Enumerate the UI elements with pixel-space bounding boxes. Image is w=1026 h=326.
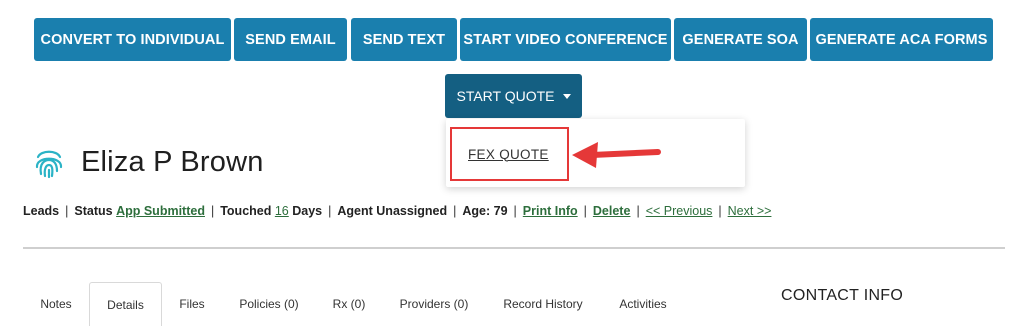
caret-down-icon bbox=[562, 93, 571, 99]
start-quote-button[interactable]: START QUOTE bbox=[445, 74, 582, 118]
status-label: Status bbox=[74, 204, 113, 218]
age-label: Age: 79 bbox=[462, 204, 508, 218]
convert-to-individual-button[interactable]: CONVERT TO INDIVIDUAL bbox=[34, 18, 231, 61]
leads-label: Leads bbox=[23, 204, 60, 218]
send-email-button[interactable]: SEND EMAIL bbox=[234, 18, 347, 61]
red-arrow-icon bbox=[572, 142, 661, 168]
fex-quote-menu-item[interactable]: FEX QUOTE bbox=[468, 147, 549, 162]
tab-policies[interactable]: Policies (0) bbox=[228, 282, 310, 326]
previous-link[interactable]: << Previous bbox=[646, 204, 713, 218]
touched-unit: Days bbox=[292, 204, 323, 218]
divider bbox=[23, 247, 1005, 249]
tab-providers[interactable]: Providers (0) bbox=[390, 282, 478, 326]
lead-header: Eliza P Brown bbox=[35, 146, 264, 179]
start-video-conference-button[interactable]: START VIDEO CONFERENCE bbox=[460, 18, 671, 61]
touched-days-link[interactable]: 16 bbox=[275, 204, 289, 218]
fex-quote-highlight-box: FEX QUOTE bbox=[450, 127, 569, 181]
delete-link[interactable]: Delete bbox=[593, 204, 631, 218]
fingerprint-icon bbox=[35, 150, 63, 178]
tab-rx[interactable]: Rx (0) bbox=[320, 282, 378, 326]
start-quote-label: START QUOTE bbox=[456, 88, 555, 104]
agent-label: Agent Unassigned bbox=[337, 204, 448, 218]
tab-activities[interactable]: Activities bbox=[607, 282, 679, 326]
next-link[interactable]: Next >> bbox=[728, 204, 772, 218]
print-info-link[interactable]: Print Info bbox=[523, 204, 578, 218]
contact-info-heading: CONTACT INFO bbox=[781, 287, 904, 304]
tab-files[interactable]: Files bbox=[162, 282, 222, 326]
lead-name: Eliza P Brown bbox=[81, 146, 264, 178]
touched-label: Touched bbox=[220, 204, 272, 218]
status-value-link[interactable]: App Submitted bbox=[116, 204, 205, 218]
generate-soa-button[interactable]: GENERATE SOA bbox=[674, 18, 807, 61]
tab-notes[interactable]: Notes bbox=[23, 282, 89, 326]
tab-record-history[interactable]: Record History bbox=[495, 282, 591, 326]
send-text-button[interactable]: SEND TEXT bbox=[351, 18, 457, 61]
lead-info-row: Leads | Status App Submitted | Touched 16 Da… bbox=[23, 204, 772, 218]
generate-aca-forms-button[interactable]: GENERATE ACA FORMS bbox=[810, 18, 993, 61]
tab-details[interactable]: Details bbox=[89, 282, 162, 326]
